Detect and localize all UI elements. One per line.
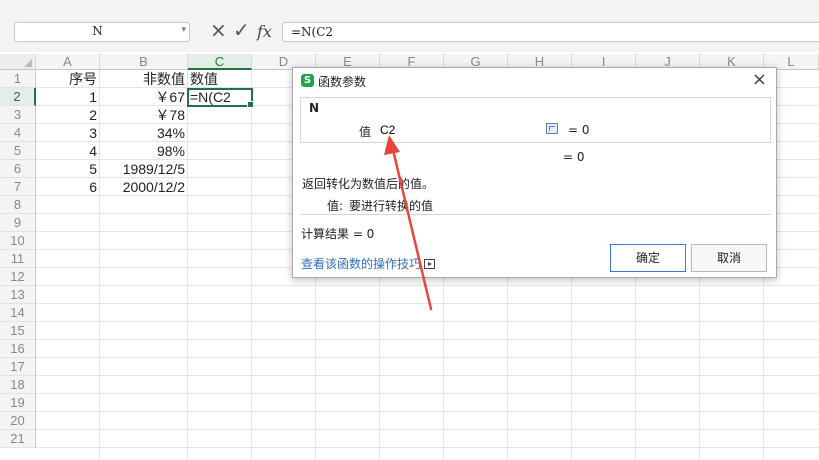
column-header-a[interactable]: A xyxy=(36,54,100,70)
fill-handle[interactable] xyxy=(247,101,254,108)
video-play-icon xyxy=(424,259,436,269)
argument-result: = 0 xyxy=(568,123,590,137)
parameter-description: 值: 要进行转换的值 xyxy=(327,197,433,214)
select-all-icon xyxy=(24,59,32,67)
row-header-17[interactable]: 17 xyxy=(0,358,36,376)
function-arguments-dialog: S 函数参数 × N 值 = 0 = 0 返回转化为数值后的值。 值: 要进行转换… xyxy=(292,67,777,278)
function-tips-label: 查看该函数的操作技巧 xyxy=(301,257,422,271)
gridline xyxy=(36,429,819,430)
column-header-c[interactable]: C xyxy=(188,54,252,70)
parameter-text: 要进行转换的值 xyxy=(349,199,434,213)
argument-label: 值 xyxy=(359,125,372,139)
cell-b4[interactable]: 34% xyxy=(100,124,188,142)
function-description: 返回转化为数值后的值。 xyxy=(302,177,435,191)
cell-b5[interactable]: 98% xyxy=(100,142,188,160)
title-strip xyxy=(0,0,819,14)
formula-input[interactable]: =N(C2 xyxy=(282,22,819,42)
argument-value-input[interactable] xyxy=(378,121,561,138)
function-tips-link[interactable]: 查看该函数的操作技巧 xyxy=(301,255,436,272)
row-header-18[interactable]: 18 xyxy=(0,376,36,394)
cell-a1[interactable]: 序号 xyxy=(36,70,100,88)
gridline xyxy=(36,357,819,358)
cell-b1[interactable]: 非数值 xyxy=(100,70,188,88)
gridline xyxy=(36,303,819,304)
gridline xyxy=(36,285,819,286)
row-header-1[interactable]: 1 xyxy=(0,70,36,88)
row-header-9[interactable]: 9 xyxy=(0,214,36,232)
gridline xyxy=(251,70,252,460)
cell-b6[interactable]: 1989/12/5 xyxy=(100,160,188,178)
collapse-reference-icon[interactable] xyxy=(546,123,558,134)
cell-a3[interactable]: 2 xyxy=(36,106,100,124)
close-icon[interactable]: × xyxy=(752,69,767,90)
cell-a2[interactable]: 1 xyxy=(36,88,100,106)
row-header-5[interactable]: 5 xyxy=(0,142,36,160)
cell-b7[interactable]: 2000/12/2 xyxy=(100,178,188,196)
row-header-10[interactable]: 10 xyxy=(0,232,36,250)
name-box-value: N xyxy=(92,24,103,38)
cell-b3[interactable]: ￥78 xyxy=(100,106,188,124)
gridline xyxy=(36,393,819,394)
row-header-3[interactable]: 3 xyxy=(0,106,36,124)
row-header-11[interactable]: 11 xyxy=(0,250,36,268)
row-header-12[interactable]: 12 xyxy=(0,268,36,286)
select-all-corner[interactable] xyxy=(0,54,36,70)
row-header-19[interactable]: 19 xyxy=(0,394,36,412)
calculation-result: 计算结果 = 0 xyxy=(301,227,375,241)
cancel-button[interactable]: 取消 xyxy=(691,244,767,272)
function-result: = 0 xyxy=(563,150,585,164)
row-header-14[interactable]: 14 xyxy=(0,304,36,322)
name-box[interactable]: N ▾ xyxy=(14,22,190,42)
cell-b2[interactable]: ￥67 xyxy=(100,88,188,106)
active-cell-selection[interactable] xyxy=(187,88,254,108)
row-header-21[interactable]: 21 xyxy=(0,430,36,448)
cell-a6[interactable]: 5 xyxy=(36,160,100,178)
ok-button[interactable]: 确定 xyxy=(610,244,686,272)
divider xyxy=(300,214,771,215)
cell-a4[interactable]: 3 xyxy=(36,124,100,142)
chevron-down-icon[interactable]: ▾ xyxy=(181,25,186,35)
row-header-15[interactable]: 15 xyxy=(0,322,36,340)
formula-text: =N(C2 xyxy=(291,25,334,39)
column-header-b[interactable]: B xyxy=(100,54,188,70)
gridline xyxy=(36,375,819,376)
cell-a7[interactable]: 6 xyxy=(36,178,100,196)
function-name: N xyxy=(309,101,320,115)
gridline xyxy=(36,411,819,412)
row-header-2[interactable]: 2 xyxy=(0,88,36,106)
row-header-13[interactable]: 13 xyxy=(0,286,36,304)
app-logo-icon: S xyxy=(301,74,314,87)
gridline xyxy=(36,321,819,322)
gridline xyxy=(36,447,819,448)
confirm-formula-icon[interactable]: ✓ xyxy=(233,18,250,42)
dialog-title: 函数参数 xyxy=(318,75,367,89)
row-header-16[interactable]: 16 xyxy=(0,340,36,358)
row-header-8[interactable]: 8 xyxy=(0,196,36,214)
parameter-name: 值: xyxy=(327,199,344,213)
cancel-formula-icon[interactable]: × xyxy=(210,18,227,42)
row-header-7[interactable]: 7 xyxy=(0,178,36,196)
cell-a5[interactable]: 4 xyxy=(36,142,100,160)
row-header-4[interactable]: 4 xyxy=(0,124,36,142)
gridline xyxy=(36,339,819,340)
fx-icon[interactable]: fx xyxy=(257,22,272,41)
row-header-20[interactable]: 20 xyxy=(0,412,36,430)
cell-c1[interactable]: 数值 xyxy=(188,70,252,88)
row-header-6[interactable]: 6 xyxy=(0,160,36,178)
